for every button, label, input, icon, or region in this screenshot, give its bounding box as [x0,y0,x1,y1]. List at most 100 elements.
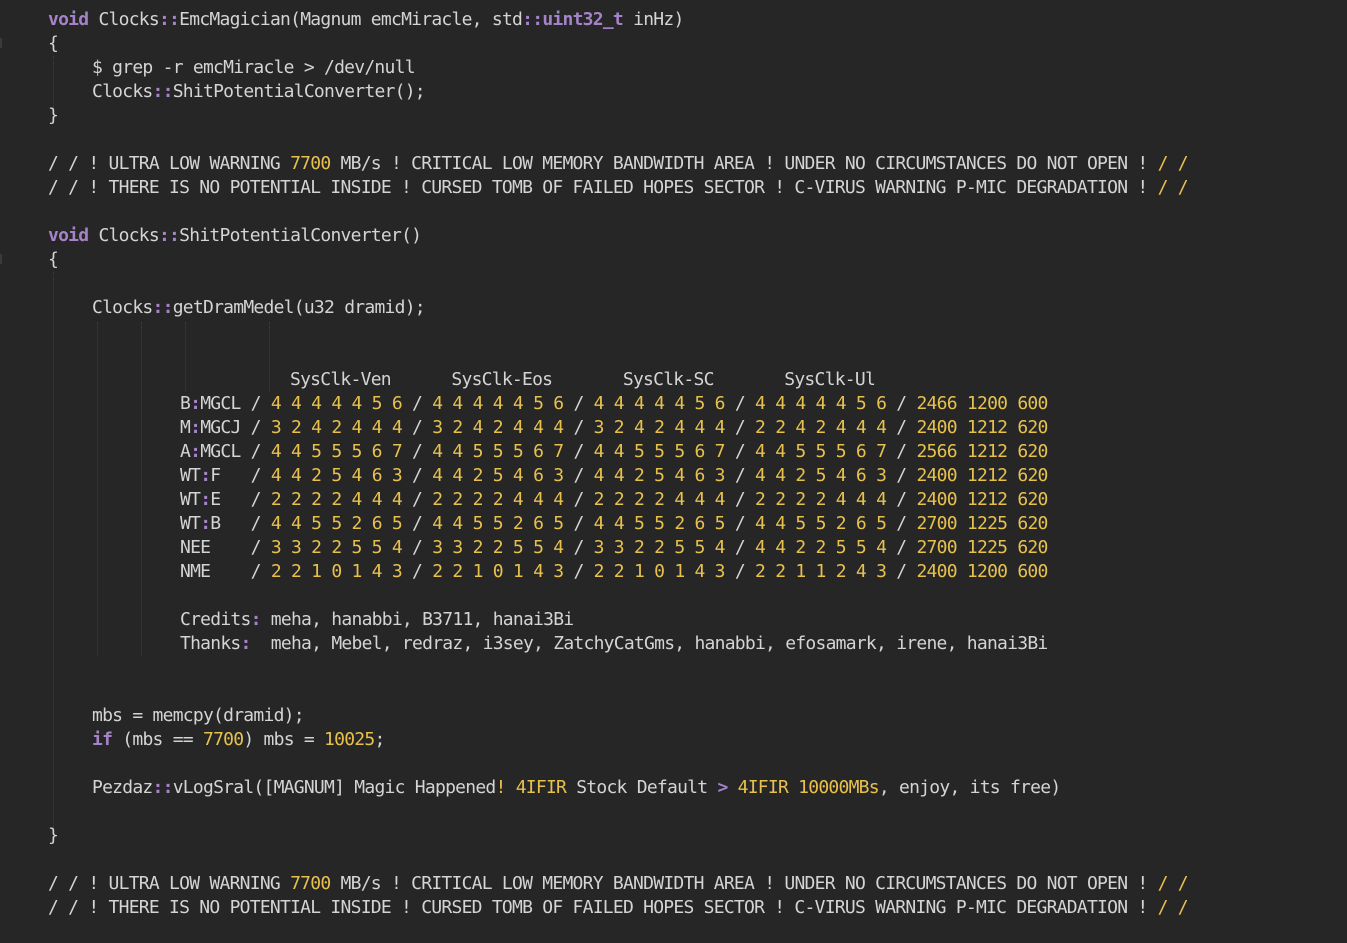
row-cell-g4: 4 4 2 5 4 6 3 [755,465,887,486]
table-row[interactable]: WT:E / 2 2 2 2 4 4 4 / 2 2 2 2 4 4 4 / 2… [180,488,1048,512]
row-cell-g4: 2 2 4 2 4 4 4 [755,417,887,438]
table-header[interactable]: SysClk-Ven SysClk-Eos SysClk-SC SysClk-U… [290,368,876,392]
row-cell-label: WT [180,465,201,486]
row-cell-v3: 620 [1017,489,1048,510]
code-line-thanks[interactable]: Thanks: meha, Mebel, redraz, i3sey, Zatc… [180,632,1048,656]
code-editor[interactable]: void Clocks::EmcMagician(Magnum emcMirac… [0,0,1347,943]
code-line-get-dram[interactable]: Clocks::getDramMedel(u32 dramid); [92,296,426,320]
row-cell-v3: 620 [1017,417,1048,438]
row-cell-v1: 2700 [916,513,957,534]
code-line-warning-bandwidth[interactable]: / / ! ULTRA LOW WARNING 7700 MB/s ! CRIT… [48,152,1189,176]
row-cell-g4: 4 4 4 4 4 5 6 [755,393,887,414]
fold-marker[interactable] [0,38,8,48]
fold-marker[interactable] [0,254,8,264]
table-row[interactable]: B:MGCL / 4 4 4 4 4 5 6 / 4 4 4 4 4 5 6 /… [180,392,1048,416]
code-line-call-converter[interactable]: Clocks::ShitPotentialConverter(); [92,80,426,104]
row-cell-label2: F [210,465,251,486]
row-cell-g3: 2 2 1 0 1 4 3 [593,561,726,582]
row-cell-sep: : [190,441,201,462]
row-cell-g3: 3 2 4 2 4 4 4 [593,417,726,438]
code-line-log[interactable]: Pezdaz::vLogSral([MAGNUM] Magic Happened… [92,776,1061,800]
row-cell-g1: 4 4 5 5 5 6 7 [270,441,403,462]
row-cell-v3: 620 [1017,513,1048,534]
row-cell-g1: 2 2 1 0 1 4 3 [270,561,403,582]
row-cell-g1: 4 4 5 5 2 6 5 [270,513,403,534]
code-line-memcpy[interactable]: mbs = memcpy(dramid); [92,704,305,728]
table-row[interactable]: A:MGCL / 4 4 5 5 5 6 7 / 4 4 5 5 5 6 7 /… [180,440,1048,464]
row-cell-sep: : [190,417,201,438]
row-cell-v2: 1200 [966,393,1008,414]
row-cell-label2: MGCL [200,393,251,414]
row-cell-label: B [180,393,191,414]
code-line-if[interactable]: if (mbs == 7700) mbs = 10025; [92,728,385,752]
code-line-warning-bandwidth[interactable]: / / ! ULTRA LOW WARNING 7700 MB/s ! CRIT… [48,872,1189,896]
row-cell-label: WT [180,513,201,534]
row-cell-v2: 1212 [966,441,1008,462]
code-line-brace-open[interactable]: { [48,248,59,272]
row-cell-sep: : [190,393,201,414]
row-cell-v3: 620 [1017,465,1048,486]
row-cell-v2: 1200 [966,561,1008,582]
row-cell-g2: 2 2 2 2 4 4 4 [432,489,564,510]
row-cell-label2: E [210,489,251,510]
row-cell-v2: 1212 [966,465,1008,486]
row-cell-label: NEE [180,537,211,558]
indent-guide [53,272,54,828]
row-cell-g4: 2 2 1 1 2 4 3 [755,561,887,582]
row-cell-v1: 2400 [916,489,957,510]
code-line-fn2-signature[interactable]: void Clocks::ShitPotentialConverter() [48,224,422,248]
row-cell-g3: 4 4 4 4 4 5 6 [593,393,726,414]
row-cell-g1: 3 3 2 2 5 5 4 [270,537,403,558]
row-cell-g4: 4 4 2 2 5 5 4 [755,537,887,558]
row-cell-label: M [180,417,191,438]
row-cell-v2: 1212 [966,489,1008,510]
type-uint32: uint32_t [542,9,624,30]
keyword-void: void [48,9,89,30]
row-cell-v3: 600 [1017,393,1048,414]
row-cell-label2: B [210,513,251,534]
table-row[interactable]: WT:B / 4 4 5 5 2 6 5 / 4 4 5 5 2 6 5 / 4… [180,512,1048,536]
code-line-brace-open[interactable]: { [48,32,59,56]
row-cell-g1: 2 2 2 2 4 4 4 [270,489,403,510]
row-cell-sep: : [200,465,211,486]
code-line-warning-potential[interactable]: / / ! THERE IS NO POTENTIAL INSIDE ! CUR… [48,176,1189,200]
row-cell-label2: MGCL [200,441,251,462]
table-row[interactable]: NEE / 3 3 2 2 5 5 4 / 3 3 2 2 5 5 4 / 3 … [180,536,1048,560]
row-cell-g2: 3 2 4 2 4 4 4 [432,417,564,438]
row-cell-label2 [210,537,250,558]
row-cell-v1: 2400 [916,417,957,438]
row-cell-g2: 2 2 1 0 1 4 3 [432,561,564,582]
indent-guide [97,322,98,656]
row-cell-g4: 2 2 2 2 4 4 4 [755,489,887,510]
row-cell-g2: 4 4 5 5 2 6 5 [432,513,564,534]
code-line-brace-close[interactable]: } [48,104,59,128]
table-row[interactable]: WT:F / 4 4 2 5 4 6 3 / 4 4 2 5 4 6 3 / 4… [180,464,1048,488]
row-cell-g3: 2 2 2 2 4 4 4 [593,489,726,510]
indent-guide [53,56,54,110]
code-line-warning-potential[interactable]: / / ! THERE IS NO POTENTIAL INSIDE ! CUR… [48,896,1189,920]
row-cell-v3: 600 [1017,561,1048,582]
row-cell-g1: 4 4 2 5 4 6 3 [270,465,403,486]
row-cell-v2: 1212 [966,417,1008,438]
row-cell-g3: 4 4 5 5 2 6 5 [593,513,726,534]
code-line-credits[interactable]: Credits: meha, hanabbi, B3711, hanai3Bi [180,608,574,632]
row-cell-v3: 620 [1017,441,1048,462]
row-cell-v1: 2400 [916,561,957,582]
table-row[interactable]: M:MGCJ / 3 2 4 2 4 4 4 / 3 2 4 2 4 4 4 /… [180,416,1048,440]
row-cell-g2: 4 4 4 4 4 5 6 [432,393,564,414]
code-line-brace-close[interactable]: } [48,824,59,848]
code-line-grep[interactable]: $ grep -r emcMiracle > /dev/null [92,56,416,80]
code-line-fn1-signature[interactable]: void Clocks::EmcMagician(Magnum emcMirac… [48,8,684,32]
row-cell-g3: 3 3 2 2 5 5 4 [593,537,726,558]
row-cell-g4: 4 4 5 5 5 6 7 [755,441,887,462]
table-row[interactable]: NME / 2 2 1 0 1 4 3 / 2 2 1 0 1 4 3 / 2 … [180,560,1048,584]
row-cell-sep: : [200,489,211,510]
row-cell-g3: 4 4 5 5 5 6 7 [593,441,726,462]
row-cell-g4: 4 4 5 5 2 6 5 [755,513,887,534]
row-cell-g1: 4 4 4 4 4 5 6 [270,393,403,414]
indent-guide [185,322,186,392]
row-cell-g3: 4 4 2 5 4 6 3 [593,465,726,486]
indent-guide [141,322,142,656]
keyword-if: if [92,729,113,750]
row-cell-label: NME [180,561,211,582]
